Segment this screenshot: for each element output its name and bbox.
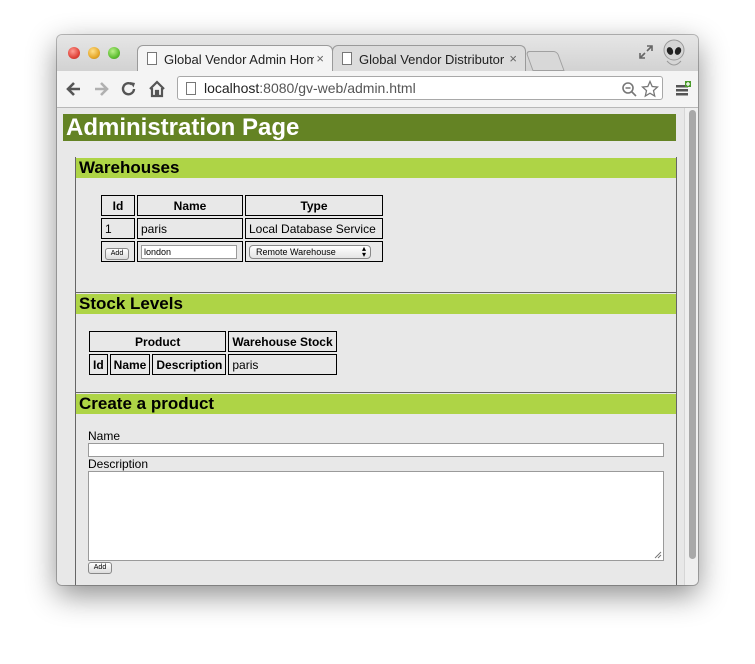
tab-title: Global Vendor Admin Hom xyxy=(164,52,314,67)
resize-handle-icon[interactable] xyxy=(654,551,662,559)
reload-icon[interactable] xyxy=(119,79,139,99)
warehouses-table: Id Name Type 1 paris Local Database Serv… xyxy=(99,193,385,264)
tab-distributor[interactable]: Global Vendor Distributor × xyxy=(332,45,526,71)
column-header: Name xyxy=(109,354,151,375)
forward-arrow-icon[interactable] xyxy=(91,79,111,99)
name-label: Name xyxy=(88,429,121,443)
warehouse-name-input[interactable] xyxy=(141,245,237,259)
product-description-textarea[interactable] xyxy=(88,471,664,561)
description-label: Description xyxy=(88,457,149,471)
column-header: Name xyxy=(137,195,243,216)
vertical-scrollbar[interactable] xyxy=(684,108,698,585)
section-divider xyxy=(75,392,677,393)
stock-levels-table: Product Warehouse Stock Id Name Descript… xyxy=(87,329,339,377)
page-icon xyxy=(186,82,196,95)
wrench-menu-icon[interactable] xyxy=(674,80,692,98)
add-cell: Add xyxy=(101,241,135,262)
product-group-header: Product xyxy=(89,331,227,352)
browser-window: Global Vendor Admin Hom × Global Vendor … xyxy=(57,35,698,585)
alien-avatar-icon[interactable] xyxy=(661,39,687,69)
type-cell: Remote Warehouse ▴ ▾ xyxy=(245,241,383,262)
table-group-header-row: Product Warehouse Stock xyxy=(89,331,337,352)
scrollbar-thumb[interactable] xyxy=(689,110,696,559)
column-header: Id xyxy=(101,195,135,216)
new-tab-button[interactable] xyxy=(525,51,565,71)
warehouse-type: Local Database Service xyxy=(245,218,383,239)
tab-close-icon[interactable]: × xyxy=(509,51,517,66)
window-minimize-button[interactable] xyxy=(88,47,100,59)
section-divider xyxy=(75,292,677,293)
warehouse-column-header: paris xyxy=(228,354,337,375)
home-icon[interactable] xyxy=(147,79,167,99)
add-product-button[interactable]: Add xyxy=(88,562,112,574)
url-text: localhost:8080/gv-web/admin.html xyxy=(204,80,416,96)
warehouse-name: paris xyxy=(137,218,243,239)
name-cell xyxy=(137,241,243,262)
tab-close-icon[interactable]: × xyxy=(316,51,324,66)
table-header-row: Id Name Type xyxy=(101,195,383,216)
select-arrows-icon: ▴ ▾ xyxy=(361,243,366,259)
section-border-right xyxy=(676,157,677,585)
column-header: Type xyxy=(245,195,383,216)
window-close-button[interactable] xyxy=(68,47,80,59)
new-warehouse-row: Add Remote Warehouse ▴▾ xyxy=(101,241,383,262)
table-row: 1 paris Local Database Service xyxy=(101,218,383,239)
page-icon xyxy=(342,52,352,65)
title-bar: Global Vendor Admin Hom × Global Vendor … xyxy=(57,35,698,71)
star-icon[interactable] xyxy=(641,80,659,98)
zoom-icon[interactable] xyxy=(621,81,637,97)
stock-levels-heading: Stock Levels xyxy=(76,294,676,314)
page-content: Administration Page Warehouses Id Name T… xyxy=(57,108,684,585)
product-name-input[interactable] xyxy=(88,443,664,457)
create-product-heading: Create a product xyxy=(76,394,676,414)
warehouse-stock-group-header: Warehouse Stock xyxy=(228,331,337,352)
add-warehouse-button[interactable]: Add xyxy=(105,247,129,260)
page-title: Administration Page xyxy=(63,114,676,141)
column-header: Id xyxy=(89,354,108,375)
fullscreen-icon[interactable] xyxy=(638,44,654,60)
tab-admin[interactable]: Global Vendor Admin Hom × xyxy=(137,45,333,71)
column-header: Description xyxy=(152,354,227,375)
window-zoom-button[interactable] xyxy=(108,47,120,59)
warehouse-type-select[interactable]: Remote Warehouse ▴ ▾ xyxy=(249,243,371,259)
back-arrow-icon[interactable] xyxy=(64,79,84,99)
tab-title: Global Vendor Distributor xyxy=(359,52,505,67)
table-header-row: Id Name Description paris xyxy=(89,354,337,375)
browser-toolbar: localhost:8080/gv-web/admin.html xyxy=(57,71,698,108)
page-icon xyxy=(147,52,157,65)
selected-option: Remote Warehouse xyxy=(256,246,336,257)
warehouses-heading: Warehouses xyxy=(76,158,676,178)
address-bar[interactable]: localhost:8080/gv-web/admin.html xyxy=(177,76,663,100)
warehouse-id: 1 xyxy=(101,218,135,239)
section-border-left xyxy=(75,157,76,585)
